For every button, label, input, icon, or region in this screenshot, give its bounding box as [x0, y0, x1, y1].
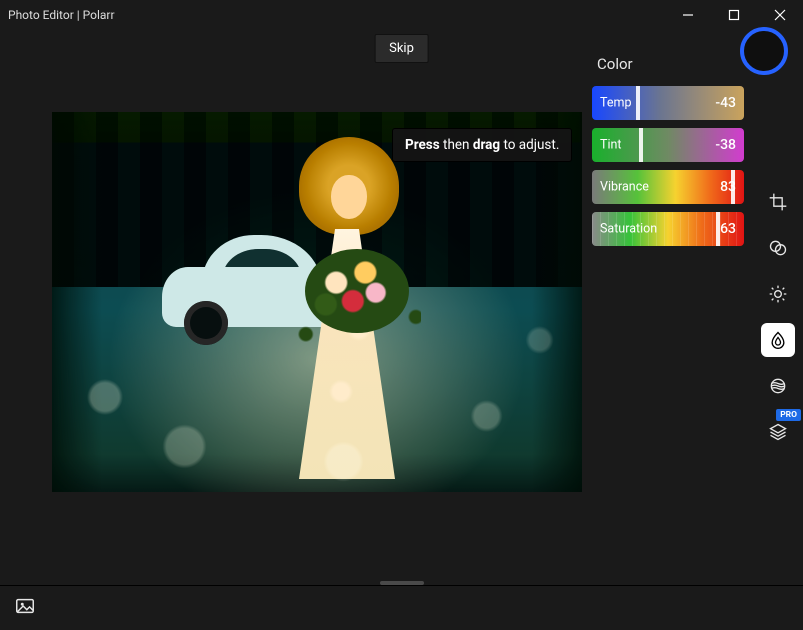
panel-resize-handle[interactable] [380, 581, 424, 585]
tooltip-press: Press [405, 137, 440, 153]
right-toolbar: PRO [759, 185, 797, 449]
color-icon[interactable] [761, 323, 795, 357]
slider-value: 63 [720, 221, 736, 237]
crop-icon[interactable] [761, 185, 795, 219]
panel-title: Color [597, 55, 633, 73]
slider-tint[interactable]: Tint -38 [592, 128, 744, 162]
accent-indicator[interactable] [740, 27, 788, 75]
bottom-bar [0, 586, 803, 630]
slider-value: -43 [715, 95, 736, 111]
slider-saturation[interactable]: Saturation 63 [592, 212, 744, 246]
slider-handle[interactable] [639, 128, 643, 162]
slider-handle[interactable] [731, 170, 735, 204]
tutorial-tooltip: Press then drag to adjust. [392, 128, 572, 162]
slider-label: Temp [600, 96, 631, 111]
browse-photos-button[interactable] [14, 595, 36, 621]
slider-label: Saturation [600, 222, 657, 237]
pro-badge: PRO [776, 409, 801, 421]
overlays-icon[interactable] [761, 231, 795, 265]
skip-button[interactable]: Skip [374, 34, 429, 63]
slider-handle[interactable] [636, 86, 640, 120]
slider-temp[interactable]: Temp -43 [592, 86, 744, 120]
slider-value: -38 [715, 137, 736, 153]
tooltip-drag: drag [473, 137, 500, 153]
maximize-button[interactable] [711, 0, 757, 30]
slider-handle[interactable] [716, 212, 720, 246]
window-title: Photo Editor | Polarr [8, 8, 115, 22]
effects-icon[interactable] [761, 369, 795, 403]
photo-canvas[interactable] [52, 112, 582, 492]
titlebar: Photo Editor | Polarr [0, 0, 803, 30]
slider-vibrance[interactable]: Vibrance83 [592, 170, 744, 204]
minimize-button[interactable] [665, 0, 711, 30]
light-icon[interactable] [761, 277, 795, 311]
photo-preview [52, 112, 582, 492]
window-controls [665, 0, 803, 30]
slider-label: Tint [600, 138, 622, 153]
color-sliders: Temp -43 Tint -38 Vibrance83 Saturation 63 [592, 86, 744, 246]
slider-label: Vibrance [600, 180, 649, 195]
close-button[interactable] [757, 0, 803, 30]
